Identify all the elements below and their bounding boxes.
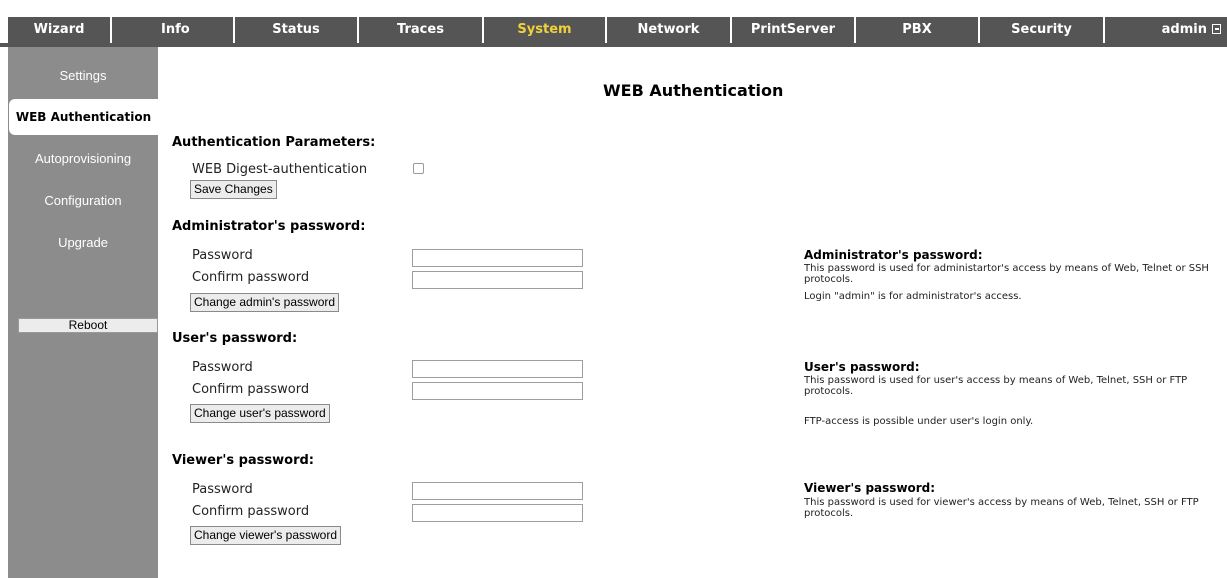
- reboot-button[interactable]: Reboot: [18, 318, 158, 333]
- viewer-help-text: This password is used for viewer's acces…: [804, 497, 1199, 519]
- user-confirm-input[interactable]: [412, 382, 583, 400]
- sidebar-item-web-authentication[interactable]: WEB Authentication: [9, 99, 158, 135]
- tab-printserver[interactable]: PrintServer: [732, 17, 854, 43]
- user-name: admin: [1161, 22, 1207, 37]
- admin-help-text: This password is used for administartor'…: [804, 263, 1209, 285]
- user-help-text: This password is used for user's access …: [804, 375, 1188, 397]
- user-password-label: Password: [192, 360, 253, 375]
- logout-icon[interactable]: [1212, 24, 1221, 34]
- viewer-password-label: Password: [192, 482, 253, 497]
- sidebar-item-configuration[interactable]: Configuration: [8, 193, 158, 208]
- user-menu[interactable]: admin: [1105, 17, 1227, 43]
- tab-pbx[interactable]: PBX: [856, 17, 978, 43]
- change-viewer-password-button[interactable]: Change viewer's password: [190, 526, 342, 545]
- top-navigation: Wizard Info Status Traces System Network…: [0, 0, 1227, 47]
- tab-system[interactable]: System: [484, 17, 605, 43]
- viewer-help-title: Viewer's password:: [804, 481, 936, 495]
- user-password-input[interactable]: [412, 360, 583, 378]
- admin-password-heading: Administrator's password:: [172, 219, 366, 234]
- viewer-confirm-input[interactable]: [412, 504, 583, 522]
- page-title: WEB Authentication: [603, 81, 784, 100]
- viewer-password-input[interactable]: [412, 482, 583, 500]
- admin-help-login: Login "admin" is for administrator's acc…: [804, 291, 1022, 302]
- tab-wizard[interactable]: Wizard: [8, 17, 110, 43]
- sidebar-item-settings[interactable]: Settings: [8, 68, 158, 83]
- change-user-password-button[interactable]: Change user's password: [190, 404, 330, 423]
- sidebar-item-upgrade[interactable]: Upgrade: [8, 235, 158, 250]
- sidebar-item-autoprovisioning[interactable]: Autoprovisioning: [8, 151, 158, 166]
- admin-password-input[interactable]: [412, 249, 583, 267]
- admin-password-label: Password: [192, 248, 253, 263]
- change-admin-password-button[interactable]: Change admin's password: [190, 293, 340, 312]
- tab-traces[interactable]: Traces: [359, 17, 482, 43]
- tab-info[interactable]: Info: [112, 17, 233, 43]
- user-help-title: User's password:: [804, 360, 920, 374]
- main-content: WEB Authentication Authentication Parame…: [158, 47, 1227, 578]
- user-password-heading: User's password:: [172, 331, 298, 346]
- admin-confirm-label: Confirm password: [192, 270, 310, 285]
- user-confirm-label: Confirm password: [192, 382, 310, 397]
- sidebar: Settings WEB Authentication Autoprovisio…: [8, 47, 158, 578]
- auth-params-heading: Authentication Parameters:: [172, 135, 376, 150]
- digest-auth-checkbox[interactable]: [413, 163, 424, 174]
- tab-security[interactable]: Security: [980, 17, 1103, 43]
- save-changes-button[interactable]: Save Changes: [190, 180, 277, 199]
- viewer-confirm-label: Confirm password: [192, 504, 310, 519]
- admin-help-title: Administrator's password:: [804, 248, 983, 262]
- viewer-password-heading: Viewer's password:: [172, 453, 314, 468]
- tab-network[interactable]: Network: [607, 17, 730, 43]
- user-help-ftp: FTP-access is possible under user's logi…: [804, 416, 1034, 427]
- admin-confirm-input[interactable]: [412, 271, 583, 289]
- tab-status[interactable]: Status: [235, 17, 357, 43]
- digest-auth-label: WEB Digest-authentication: [192, 162, 368, 177]
